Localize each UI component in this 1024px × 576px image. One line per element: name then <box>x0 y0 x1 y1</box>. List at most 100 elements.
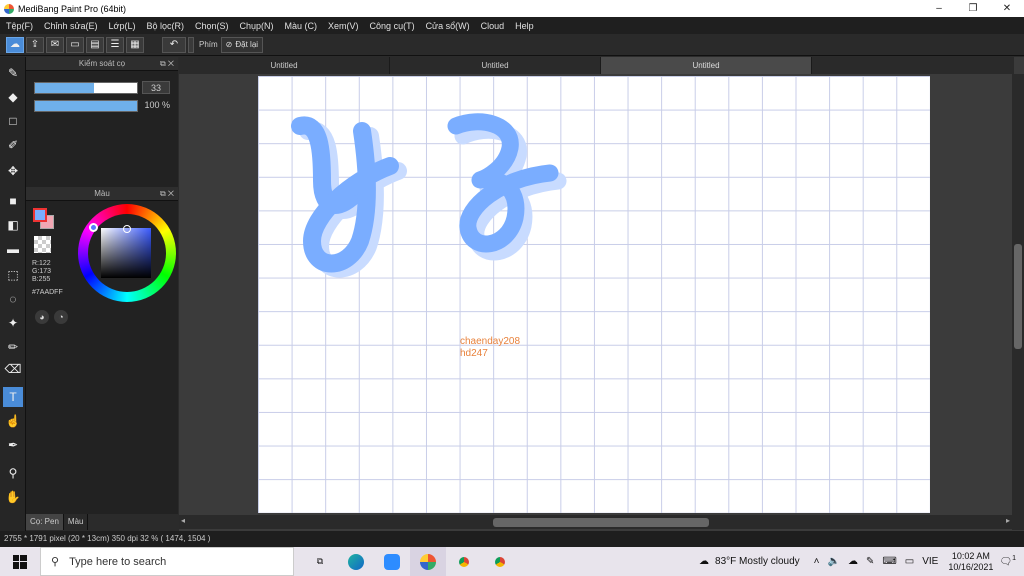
windows-start-icon[interactable] <box>0 547 40 576</box>
weather-text[interactable]: 83°F Mostly cloudy <box>715 556 800 567</box>
menu-bar: Tệp(F) Chỉnh sửa(E) Lớp(L) Bộ lọc(R) Chọ… <box>0 17 1024 34</box>
page-icon[interactable]: ▤ <box>86 36 104 53</box>
saturation-value-square[interactable] <box>101 228 151 278</box>
magic-wand-icon[interactable]: ✦ <box>3 313 23 333</box>
opacity-fill <box>35 101 137 111</box>
app-logo-icon <box>4 3 14 14</box>
panel-buttons[interactable]: ⧉ ✕ <box>160 187 174 201</box>
menu-file[interactable]: Tệp(F) <box>6 21 33 31</box>
menu-view[interactable]: Xem(V) <box>328 21 359 31</box>
chevron-up-icon[interactable]: ˄ <box>814 556 820 567</box>
maximize-button[interactable]: ❐ <box>956 0 990 17</box>
clock-date: 10/16/2021 <box>948 561 994 572</box>
select-eraser-icon[interactable]: ⌫ <box>3 359 23 379</box>
language-indicator[interactable]: VIE <box>922 556 938 567</box>
task-view-icon[interactable]: ⧉ <box>302 547 338 576</box>
bucket-icon[interactable]: ◧ <box>3 215 23 235</box>
fill-rect-icon[interactable]: ■ <box>3 191 23 211</box>
document-tab[interactable]: Untitled <box>179 57 390 74</box>
pen-icon[interactable]: ✎ <box>866 556 874 567</box>
menu-layer[interactable]: Lớp(L) <box>109 21 136 31</box>
eraser-icon[interactable]: ◆ <box>3 87 23 107</box>
close-button[interactable]: ✕ <box>990 0 1024 17</box>
menu-edit[interactable]: Chỉnh sửa(E) <box>44 21 98 31</box>
grid-icon[interactable]: ▦ <box>126 36 144 53</box>
menu-snap[interactable]: Chụp(N) <box>240 21 274 31</box>
menu-select[interactable]: Chọn(S) <box>195 21 229 31</box>
system-tray: ☁ 83°F Mostly cloudy ˄ 🔈 ☁ ✎ ⌨ ▭ VIE 10:… <box>699 547 1024 576</box>
color-panel-header: Màu ⧉ ✕ <box>26 187 178 201</box>
share-icon[interactable]: ⇪ <box>26 36 44 53</box>
drawing-canvas[interactable]: chaenday208 hd247 <box>258 76 930 513</box>
speaker-icon[interactable]: 🔈 <box>827 556 839 567</box>
horizontal-scroll-thumb[interactable] <box>493 518 709 527</box>
menu-tools[interactable]: Công cụ(T) <box>370 21 415 31</box>
menu-help[interactable]: Help <box>515 21 534 31</box>
cloud-icon[interactable]: ☁ <box>6 36 24 53</box>
scroll-right-icon[interactable]: ▸ <box>1006 516 1010 525</box>
move-icon[interactable]: ✥ <box>3 161 23 181</box>
menu-cloud[interactable]: Cloud <box>481 21 505 31</box>
window-title: MediBang Paint Pro (64bit) <box>18 3 127 14</box>
menu-window[interactable]: Cửa sổ(W) <box>426 21 470 31</box>
search-placeholder: Type here to search <box>69 555 167 568</box>
document-tab[interactable]: Untitled <box>601 57 812 74</box>
undo-icon[interactable]: ↶ <box>162 36 186 53</box>
menu-filter[interactable]: Bộ lọc(R) <box>146 21 184 31</box>
panel-buttons[interactable]: ⧉ ✕ <box>160 57 174 71</box>
keyboard-icon[interactable]: ⌨ <box>882 556 896 567</box>
chrome-icon[interactable] <box>446 547 482 576</box>
display-icon[interactable]: ▭ <box>905 556 914 567</box>
scroll-left-icon[interactable]: ◂ <box>181 516 185 525</box>
medibang-icon[interactable] <box>410 547 446 576</box>
hue-handle[interactable] <box>89 223 98 232</box>
zoom-icon[interactable] <box>374 547 410 576</box>
gradient-icon[interactable]: ▬ <box>3 239 23 259</box>
tab-brush[interactable]: Cọ: Pen <box>26 514 64 530</box>
text-tool-icon[interactable]: T <box>3 387 23 407</box>
horizontal-scrollbar[interactable]: ◂ ▸ <box>179 515 1012 529</box>
chat-icon[interactable]: ▭ <box>66 36 84 53</box>
color-picker-handle[interactable] <box>123 225 131 233</box>
reset-button[interactable]: ⊘ Đặt lại <box>220 36 264 53</box>
line-brush-icon[interactable]: ✐ <box>3 135 23 155</box>
lasso-icon[interactable]: ◌ <box>3 289 23 309</box>
document-tab[interactable]: Untitled <box>390 57 601 74</box>
edge-icon[interactable] <box>338 547 374 576</box>
transparent-color-swatch[interactable] <box>34 236 51 253</box>
lettering-artwork: chaenday208 hd247 <box>291 113 567 359</box>
comment-icon[interactable]: ✉ <box>46 36 64 53</box>
select-rect-icon[interactable]: ⬚ <box>3 265 23 285</box>
title-bar: MediBang Paint Pro (64bit) – ❐ ✕ <box>0 0 1024 17</box>
notification-icon[interactable]: 🗨1 <box>999 555 1016 567</box>
minimize-button[interactable]: – <box>922 0 956 17</box>
watermark-line2: hd247 <box>460 348 488 359</box>
weather-icon: ☁ <box>699 556 710 567</box>
clock[interactable]: 10:02 AM 10/16/2021 <box>948 551 993 573</box>
menu-color[interactable]: Màu (C) <box>285 21 318 31</box>
vertical-scrollbar[interactable] <box>1012 74 1024 530</box>
palette-settings-icon[interactable]: ◔ <box>54 310 68 324</box>
palette-icon[interactable]: ◕ <box>35 310 49 324</box>
cloud-sync-icon[interactable]: ☁ <box>848 556 858 567</box>
status-bar: 2755 * 1791 pixel (20 * 13cm) 350 dpi 32… <box>0 531 1024 547</box>
list-icon[interactable]: ☰ <box>106 36 124 53</box>
tab-color[interactable]: Màu <box>63 514 89 530</box>
primary-color-swatch[interactable] <box>33 208 47 222</box>
vertical-scroll-thumb[interactable] <box>1014 244 1022 349</box>
opacity-slider[interactable] <box>34 100 138 112</box>
color-panel-title: Màu <box>94 189 110 198</box>
picker-icon[interactable]: ⚲ <box>3 463 23 483</box>
taskbar-search[interactable]: ⚲ Type here to search <box>40 547 294 576</box>
brush-size-slider[interactable] <box>34 82 138 94</box>
select-pen-icon[interactable]: ✏ <box>3 337 23 357</box>
eyedropper-icon[interactable]: ✒ <box>3 435 23 455</box>
rectangle-icon[interactable]: □ <box>3 111 23 131</box>
notification-count: 1 <box>1012 555 1016 563</box>
operation-icon[interactable]: ☝ <box>3 411 23 431</box>
brush-icon[interactable]: ✎ <box>3 63 23 83</box>
hand-icon[interactable]: ✋ <box>3 487 23 507</box>
color-r-value: R:122 <box>32 260 51 267</box>
brush-size-value[interactable]: 33 <box>142 81 170 94</box>
chrome-icon[interactable] <box>482 547 518 576</box>
